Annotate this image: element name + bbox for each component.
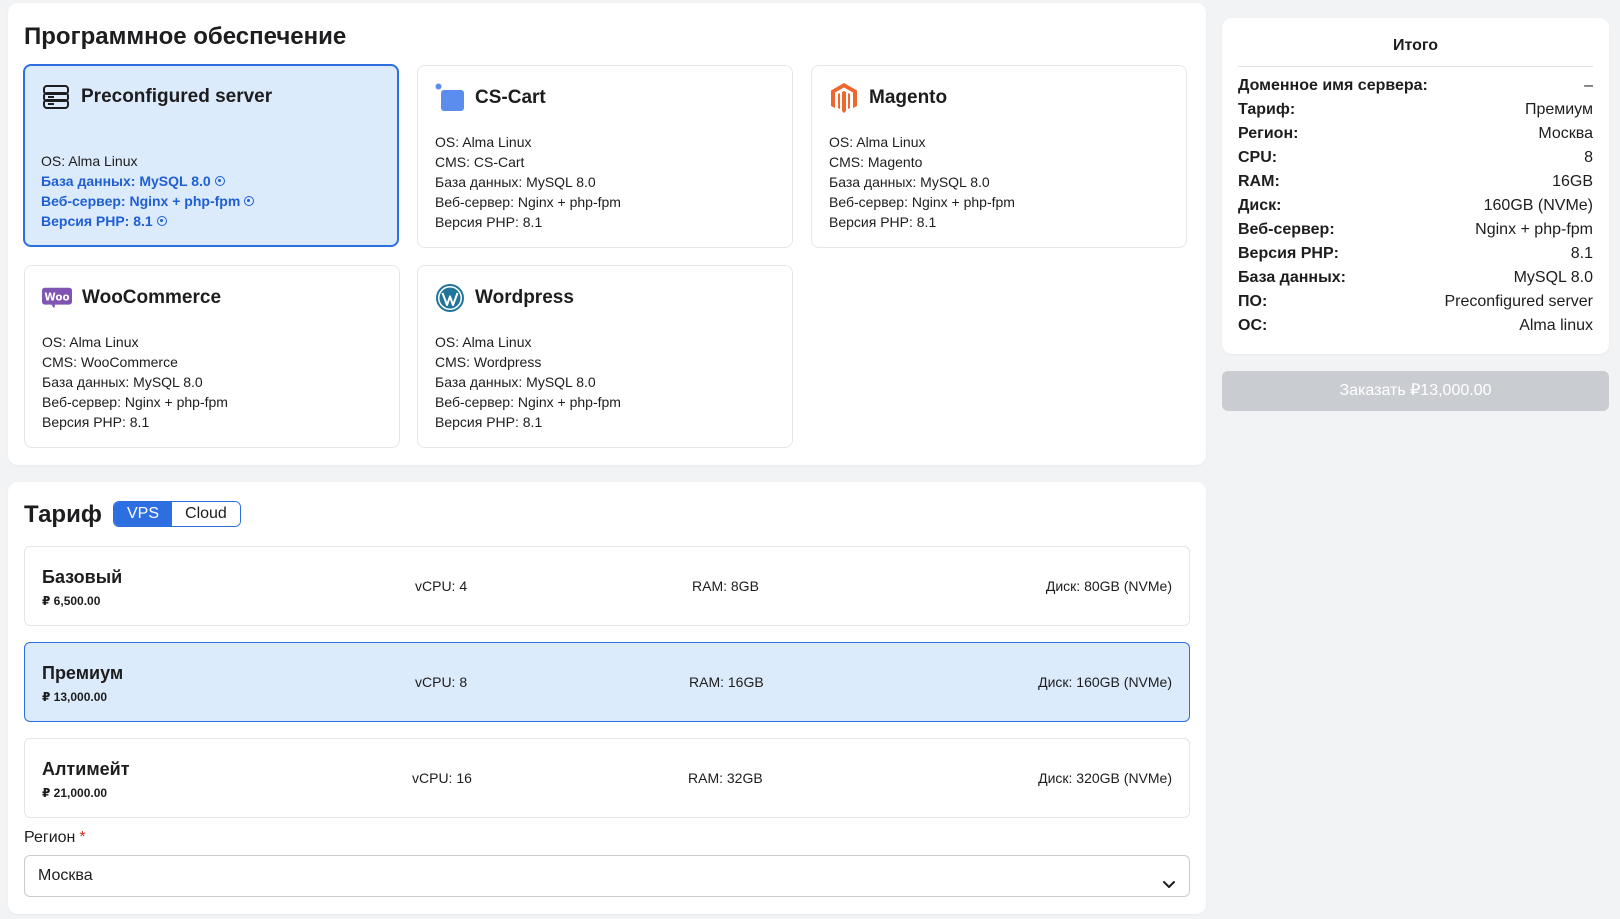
spec-webserver: Веб-сервер: Nginx + php-fpm [435, 194, 621, 210]
software-card-magento[interactable]: Magento OS: Alma Linux CMS: Magento База… [811, 65, 1187, 248]
plan-row-ultimate[interactable]: Алтимейт ₽ 21,000.00 vCPU: 16 RAM: 32GB … [24, 738, 1190, 818]
plan-cpu: vCPU: 4 [415, 578, 468, 594]
summary-row-disk: Диск: 160GB (NVMe) [1238, 197, 1593, 214]
spec-webserver: Веб-сервер: Nginx + php-fpm [829, 194, 1015, 210]
software-card-specs: OS: Alma Linux CMS: Magento База данных:… [829, 132, 1015, 232]
software-card-name: WooCommerce [82, 287, 222, 308]
spec-os: OS: Alma Linux [435, 134, 532, 150]
spec-os: OS: Alma Linux [829, 134, 926, 150]
spec-os: OS: Alma Linux [42, 334, 139, 350]
software-card-wordpress[interactable]: Wordpress OS: Alma Linux CMS: Wordpress … [417, 265, 793, 448]
summary-row-database: База данных: MySQL 8.0 [1238, 269, 1593, 286]
summary-divider [1238, 66, 1593, 67]
spec-php: Версия PHP: 8.1 [435, 414, 543, 430]
spec-cms: CMS: Wordpress [435, 354, 542, 370]
summary-row-webserver: Веб-сервер: Nginx + php-fpm [1238, 221, 1593, 238]
tariff-type-cloud[interactable]: Cloud [172, 502, 240, 526]
region-label: Регион * [24, 829, 86, 846]
plan-disk: Диск: 320GB (NVMe) [1038, 770, 1172, 786]
spec-php: Версия PHP: 8.1 [435, 214, 543, 230]
summary-row-php: Версия PHP: 8.1 [1238, 245, 1593, 262]
plan-price: ₽ 13,000.00 [42, 690, 108, 704]
chevron-down-icon [1161, 868, 1177, 888]
software-card-name: Wordpress [475, 287, 574, 308]
spec-database: База данных: MySQL 8.0 [42, 374, 203, 390]
region-select[interactable]: Москва [24, 855, 1190, 897]
summary-row-ram: RAM: 16GB [1238, 173, 1593, 190]
spec-cms: CMS: WooCommerce [42, 354, 178, 370]
summary-panel: Итого Доменное имя сервера: – Тариф: Преми… [1222, 18, 1609, 354]
summary-title: Итого [1392, 37, 1439, 54]
software-card-specs: OS: Alma Linux База данных: MySQL 8.0 Ве… [41, 151, 255, 231]
spec-cms: CMS: Magento [829, 154, 923, 170]
required-mark: * [79, 829, 86, 846]
plan-name: Алтимейт [42, 759, 130, 779]
plan-ram: RAM: 16GB [689, 674, 764, 690]
plan-row-basic[interactable]: Базовый ₽ 6,500.00 vCPU: 4 RAM: 8GB Диск… [24, 546, 1190, 626]
settings-dot-icon [214, 176, 225, 186]
spec-database: База данных: MySQL 8.0 [435, 174, 596, 190]
spec-database: База данных: MySQL 8.0 [435, 374, 596, 390]
plan-disk: Диск: 80GB (NVMe) [1045, 578, 1172, 594]
spec-webserver: Веб-сервер: Nginx + php-fpm [435, 394, 621, 410]
settings-dot-icon [156, 216, 167, 226]
plan-ram: RAM: 32GB [688, 770, 763, 786]
spec-cms: CMS: CS-Cart [435, 154, 525, 170]
software-card-name: Preconfigured server [81, 86, 273, 107]
tariff-type-vps[interactable]: VPS [114, 502, 173, 526]
spec-webserver: Веб-сервер: Nginx + php-fpm [42, 394, 228, 410]
summary-row-domain: Доменное имя сервера: – [1238, 77, 1593, 94]
summary-row-os: ОС: Alma linux [1238, 317, 1593, 334]
summary-row-cpu: CPU: 8 [1238, 149, 1593, 166]
tariff-type-toggle: VPS Cloud [113, 501, 241, 527]
summary-row-region: Регион: Москва [1238, 125, 1593, 142]
wordpress-icon [435, 283, 465, 313]
plan-ram: RAM: 8GB [692, 578, 759, 594]
spec-database: База данных: MySQL 8.0 [829, 174, 990, 190]
server-stack-icon [41, 82, 71, 112]
summary-row-tariff: Тариф: Премиум [1238, 101, 1593, 118]
order-button[interactable]: Заказать ₽13,000.00 [1222, 371, 1609, 411]
spec-php[interactable]: Версия PHP: 8.1 [41, 211, 254, 231]
magento-icon [829, 83, 859, 113]
software-card-cs-cart[interactable]: CS-Cart OS: Alma Linux CMS: CS-Cart База… [417, 65, 793, 248]
spec-webserver[interactable]: Веб-сервер: Nginx + php-fpm [41, 191, 255, 211]
plan-price: ₽ 6,500.00 [42, 594, 101, 608]
plan-name: Премиум [42, 663, 124, 683]
plan-cpu: vCPU: 8 [415, 674, 468, 690]
software-card-woocommerce[interactable]: Woo WooCommerce OS: Alma Linux CMS: WooC… [24, 265, 400, 448]
plan-disk: Диск: 160GB (NVMe) [1038, 674, 1172, 690]
plan-name: Базовый [42, 567, 123, 587]
woocommerce-icon: Woo [42, 283, 72, 313]
software-title: Программное обеспечение [24, 23, 347, 50]
software-card-specs: OS: Alma Linux CMS: WooCommerce База дан… [42, 332, 228, 432]
region-select-value: Москва [38, 867, 93, 884]
spec-database[interactable]: База данных: MySQL 8.0 [41, 171, 254, 191]
spec-php: Версия PHP: 8.1 [42, 414, 150, 430]
tariff-panel: Тариф VPS Cloud Базовый ₽ 6,500.00 vCPU:… [8, 482, 1206, 914]
software-card-name: CS-Cart [475, 87, 546, 108]
settings-dot-icon [244, 196, 255, 206]
plan-row-premium[interactable]: Премиум ₽ 13,000.00 vCPU: 8 RAM: 16GB Ди… [24, 642, 1190, 722]
software-card-specs: OS: Alma Linux CMS: CS-Cart База данных:… [435, 132, 621, 232]
spec-os: OS: Alma Linux [41, 153, 138, 169]
tariff-title: Тариф [24, 501, 102, 528]
plan-cpu: vCPU: 16 [412, 770, 472, 786]
software-panel: Программное обеспечение Preconfigured se… [8, 3, 1206, 465]
software-card-name: Magento [869, 87, 948, 108]
plan-price: ₽ 21,000.00 [42, 786, 108, 800]
spec-os: OS: Alma Linux [435, 334, 532, 350]
summary-row-software: ПО: Preconfigured server [1238, 293, 1593, 310]
cs-cart-icon [435, 83, 465, 113]
software-card-specs: OS: Alma Linux CMS: Wordpress База данны… [435, 332, 621, 432]
spec-php: Версия PHP: 8.1 [829, 214, 937, 230]
svg-text:Woo: Woo [44, 291, 69, 303]
software-card-preconfigured-server[interactable]: Preconfigured server OS: Alma Linux База… [23, 64, 399, 247]
